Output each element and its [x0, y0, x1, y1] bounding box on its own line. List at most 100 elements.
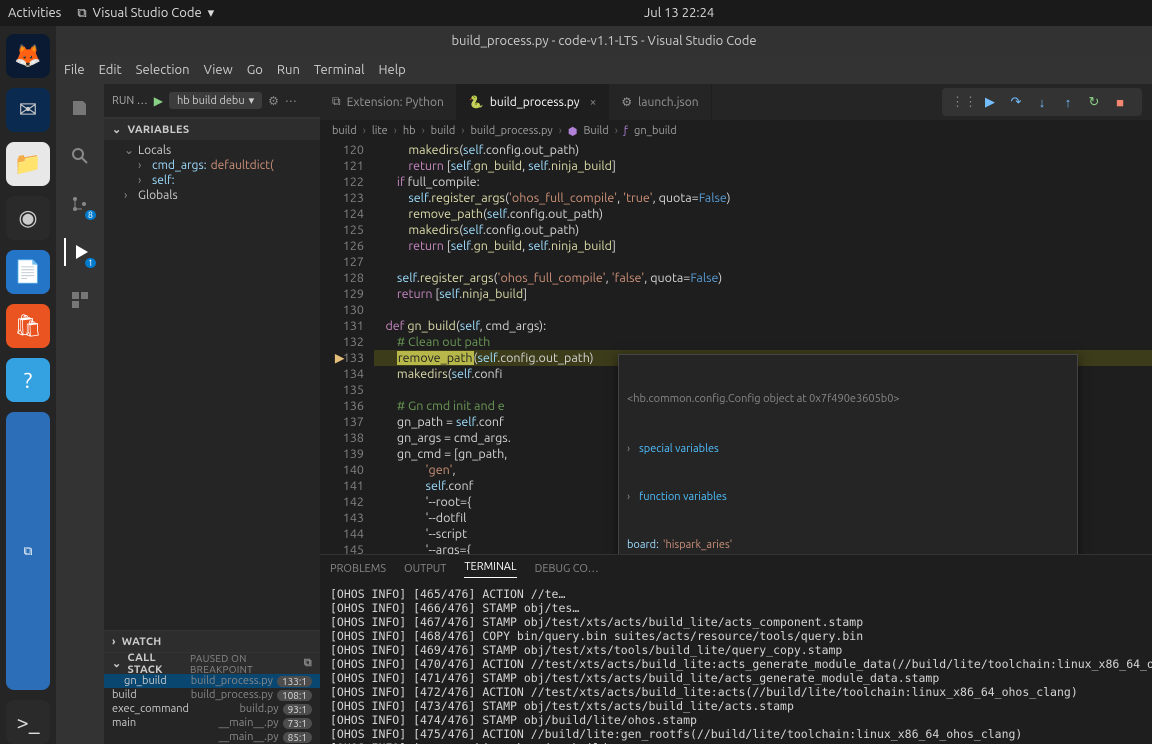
- panel-tabs: PROBLEMS OUTPUT TERMINAL DEBUG CO…: [320, 555, 1152, 583]
- breadcrumb-item[interactable]: build: [332, 125, 357, 137]
- panel-tab-terminal[interactable]: TERMINAL: [464, 561, 516, 578]
- continue-icon[interactable]: ▶: [982, 94, 998, 110]
- run-debug-icon[interactable]: 1: [64, 238, 94, 266]
- menu-view[interactable]: View: [204, 63, 233, 77]
- step-over-icon[interactable]: ↷: [1008, 94, 1024, 110]
- hover-special-vars[interactable]: ›special variables: [619, 441, 1077, 457]
- callstack-frame[interactable]: main__main__.py73:1: [104, 716, 320, 730]
- breadcrumb-item[interactable]: Build: [583, 125, 608, 137]
- menu-selection[interactable]: Selection: [136, 63, 190, 77]
- editor-area: ⧉Extension: Python🐍build_process.py×⚙lau…: [320, 84, 1152, 744]
- chevron-down-icon: ⌄: [124, 143, 134, 157]
- run-debug-panel: RUN … ▶ hb build debu ▾ ⚙ ⋯ ⌄ VARIABLES …: [104, 84, 320, 744]
- callstack-frame[interactable]: __main__.py85:1: [104, 730, 320, 744]
- scm-icon[interactable]: 8: [66, 190, 94, 218]
- gear-icon[interactable]: ⚙: [268, 94, 279, 108]
- drag-handle-icon[interactable]: ⋮⋮: [956, 94, 972, 110]
- activities-button[interactable]: Activities: [8, 6, 61, 20]
- callstack-frame[interactable]: exec_commandbuild.py93:1: [104, 702, 320, 716]
- dock-libreoffice-icon[interactable]: 📄: [6, 250, 50, 294]
- editor-tab[interactable]: 🐍build_process.py×: [457, 84, 609, 120]
- menu-terminal[interactable]: Terminal: [314, 63, 365, 77]
- editor-tabs: ⧉Extension: Python🐍build_process.py×⚙lau…: [320, 84, 1152, 120]
- dock-terminal-icon[interactable]: >_: [6, 700, 50, 744]
- dock-vscode-icon[interactable]: ⧉: [6, 412, 50, 690]
- vscode-icon: ⧉: [77, 6, 86, 21]
- file-icon: 🐍: [469, 95, 484, 109]
- breadcrumb-item[interactable]: gn_build: [634, 125, 677, 137]
- vscode-window: build_process.py - code-v1.1-LTS - Visua…: [56, 26, 1152, 744]
- hover-function-vars[interactable]: ›function variables: [619, 489, 1077, 505]
- menu-go[interactable]: Go: [247, 63, 263, 77]
- chevron-down-icon: ⌄: [112, 123, 122, 136]
- globals-scope[interactable]: › Globals: [104, 188, 320, 203]
- breadcrumb-item[interactable]: hb: [403, 125, 416, 137]
- hover-property[interactable]: build_path: '/home/turing/code-v1.1-LTS/…: [619, 553, 1077, 554]
- run-label: RUN …: [112, 95, 148, 107]
- window-title: build_process.py - code-v1.1-LTS - Visua…: [56, 26, 1152, 56]
- extensions-icon[interactable]: [66, 286, 94, 314]
- dock-files-icon[interactable]: 📁: [6, 142, 50, 186]
- activity-bar: 8 1: [56, 84, 104, 744]
- breadcrumb-item[interactable]: build_process.py: [470, 125, 552, 137]
- debug-toolbar-top: RUN … ▶ hb build debu ▾ ⚙ ⋯: [104, 84, 320, 118]
- collapse-icon[interactable]: ⧉: [304, 657, 312, 670]
- start-debug-icon[interactable]: ▶: [154, 94, 163, 108]
- menu-help[interactable]: Help: [378, 63, 405, 77]
- focused-app-indicator[interactable]: ⧉ Visual Studio Code ▾: [77, 6, 214, 21]
- chevron-down-icon: ▾: [249, 94, 255, 107]
- bottom-panel: PROBLEMS OUTPUT TERMINAL DEBUG CO… [OHOS IN…: [320, 554, 1152, 744]
- dock-thunderbird-icon[interactable]: ✉: [6, 88, 50, 132]
- ubuntu-dock: 🦊 ✉ 📁 ◉ 📄 🛍 ? ⧉ >_: [0, 26, 56, 744]
- code-editor[interactable]: 120 121 122 123 124 125 126 127 128 129 …: [320, 142, 1152, 554]
- breadcrumb-item[interactable]: build: [431, 125, 456, 137]
- panel-tab-output[interactable]: OUTPUT: [404, 563, 446, 575]
- menu-edit[interactable]: Edit: [99, 63, 122, 77]
- variable-row[interactable]: ›cmd_args: defaultdict(: [104, 158, 320, 173]
- variables-header[interactable]: ⌄ VARIABLES: [104, 118, 320, 140]
- stop-icon[interactable]: ■: [1112, 94, 1128, 110]
- debug-badge: 1: [85, 258, 96, 268]
- debug-hover-tooltip[interactable]: <hb.common.config.Config object at 0x7f4…: [618, 354, 1078, 554]
- floating-debug-toolbar: ⋮⋮ ▶ ↷ ↓ ↑ ↻ ■: [942, 88, 1142, 116]
- panel-tab-debugco[interactable]: DEBUG CO…: [535, 563, 599, 575]
- debug-config-dropdown[interactable]: hb build debu ▾: [169, 92, 262, 109]
- callstack-header[interactable]: ⌄ CALL STACK PAUSED ON BREAKPOINT ⧉: [104, 652, 320, 674]
- breadcrumb-item[interactable]: lite: [372, 125, 388, 137]
- watch-header[interactable]: › WATCH: [104, 630, 320, 652]
- breadcrumbs[interactable]: build›lite›hb›build›build_process.py›⬢ B…: [320, 120, 1152, 142]
- dock-firefox-icon[interactable]: 🦊: [6, 34, 50, 78]
- restart-icon[interactable]: ↻: [1086, 94, 1102, 110]
- locals-scope[interactable]: ⌄ Locals: [104, 142, 320, 158]
- chevron-down-icon: ⌄: [112, 657, 122, 670]
- close-icon[interactable]: ×: [590, 96, 597, 109]
- line-gutter: 120 121 122 123 124 125 126 127 128 129 …: [320, 142, 374, 554]
- variable-row[interactable]: ›self:: [104, 173, 320, 188]
- clock[interactable]: Jul 13 22:24: [214, 6, 1144, 20]
- hover-property[interactable]: board: 'hispark_aries': [619, 537, 1077, 553]
- more-icon[interactable]: ⋯: [285, 94, 297, 108]
- search-icon[interactable]: [66, 142, 94, 170]
- menu-file[interactable]: File: [64, 63, 85, 77]
- editor-tab[interactable]: ⚙launch.json: [609, 84, 711, 120]
- file-icon: ⧉: [332, 95, 341, 109]
- explorer-icon[interactable]: [66, 94, 94, 122]
- step-into-icon[interactable]: ↓: [1034, 94, 1050, 110]
- step-out-icon[interactable]: ↑: [1060, 94, 1076, 110]
- menu-run[interactable]: Run: [277, 63, 300, 77]
- editor-tab[interactable]: ⧉Extension: Python: [320, 84, 457, 120]
- hover-header: <hb.common.config.Config object at 0x7f4…: [619, 389, 1077, 409]
- file-icon: ⚙: [621, 95, 632, 109]
- dock-help-icon[interactable]: ?: [6, 358, 50, 402]
- code-content[interactable]: makedirs(self.config.out_path) return [s…: [374, 142, 1152, 554]
- dock-rhythmbox-icon[interactable]: ◉: [6, 196, 50, 240]
- callstack-frame[interactable]: buildbuild_process.py108:1: [104, 688, 320, 702]
- menu-bar: File Edit Selection View Go Run Terminal Help: [56, 56, 1152, 84]
- dock-software-icon[interactable]: 🛍: [6, 304, 50, 348]
- gnome-top-bar: Activities ⧉ Visual Studio Code ▾ Jul 13…: [0, 0, 1152, 26]
- scm-badge: 8: [85, 210, 96, 220]
- chevron-right-icon: ›: [112, 636, 116, 648]
- terminal-output[interactable]: [OHOS INFO] [465/476] ACTION //te… [OHOS…: [320, 583, 1152, 744]
- callstack-frame[interactable]: gn_buildbuild_process.py133:1: [104, 674, 320, 688]
- panel-tab-problems[interactable]: PROBLEMS: [330, 563, 386, 575]
